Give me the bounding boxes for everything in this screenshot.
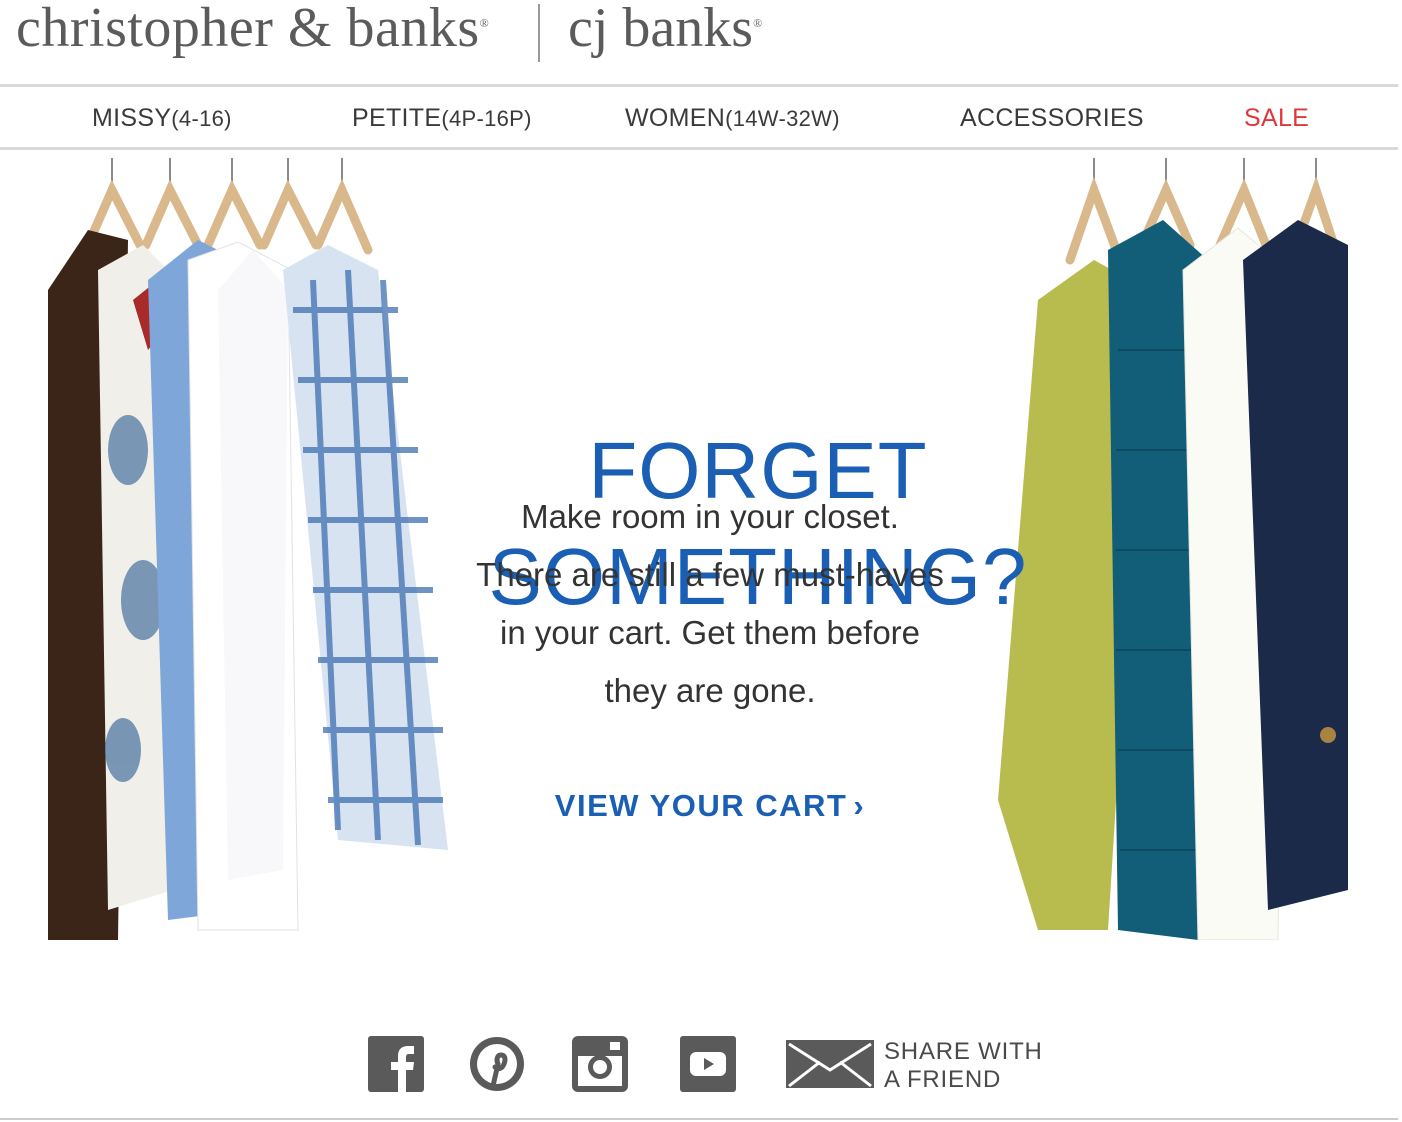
cj-banks-logo[interactable]: cj banks®	[568, 0, 762, 60]
body-line-4: they are gone.	[604, 672, 816, 709]
nav-size: (4P-16P)	[441, 106, 532, 131]
nav-item-petite[interactable]: PETITE(4P-16P)	[352, 104, 532, 133]
nav-item-women[interactable]: WOMEN(14W-32W)	[625, 104, 840, 133]
christopher-banks-logo[interactable]: christopher & banks®	[16, 0, 489, 60]
nav-label: PETITE	[352, 104, 442, 132]
registered-mark-2: ®	[753, 16, 763, 30]
nav-label: WOMEN	[625, 104, 726, 132]
brand-secondary-text: cj banks	[568, 0, 754, 59]
nav-size: (4-16)	[171, 106, 232, 131]
share-with-friend-link[interactable]: SHARE WITH A FRIEND	[884, 1038, 1043, 1094]
share-line-2: A FRIEND	[884, 1066, 1002, 1093]
nav-item-accessories[interactable]: ACCESSORIES	[960, 104, 1144, 133]
facebook-icon[interactable]	[368, 1036, 424, 1092]
logo-divider	[538, 4, 540, 62]
registered-mark: ®	[479, 16, 490, 30]
body-line-1: Make room in your closet.	[521, 498, 899, 535]
pinterest-icon[interactable]	[469, 1036, 525, 1092]
mail-envelope-icon[interactable]	[786, 1036, 876, 1092]
nav-label: ACCESSORIES	[960, 104, 1144, 132]
nav-item-sale[interactable]: SALE	[1244, 104, 1309, 133]
footer-divider	[0, 1118, 1398, 1120]
chevron-right-icon: ›	[853, 788, 866, 823]
cta-label: VIEW YOUR CART	[554, 788, 848, 823]
left-clothing-rack-image	[48, 158, 448, 940]
nav-label: SALE	[1244, 104, 1310, 132]
view-your-cart-link[interactable]: VIEW YOUR CART ›	[460, 788, 960, 824]
body-line-2: There are still a few must-haves	[476, 556, 944, 593]
nav-label: MISSY	[92, 104, 172, 132]
instagram-icon[interactable]	[572, 1036, 628, 1092]
social-bar: SHARE WITH A FRIEND	[0, 1030, 1402, 1100]
email-header: christopher & banks® cj banks®	[0, 0, 1402, 84]
youtube-icon[interactable]	[680, 1036, 736, 1092]
nav-size: (14W-32W)	[725, 106, 840, 131]
category-nav: MISSY(4-16) PETITE(4P-16P) WOMEN(14W-32W…	[0, 84, 1398, 150]
share-line-1: SHARE WITH	[884, 1038, 1043, 1065]
body-line-3: in your cart. Get them before	[499, 614, 921, 651]
brand-main-text: christopher & banks	[16, 0, 480, 59]
body-copy: Make room in your closet. There are stil…	[420, 488, 1000, 720]
nav-item-missy[interactable]: MISSY(4-16)	[92, 104, 232, 133]
